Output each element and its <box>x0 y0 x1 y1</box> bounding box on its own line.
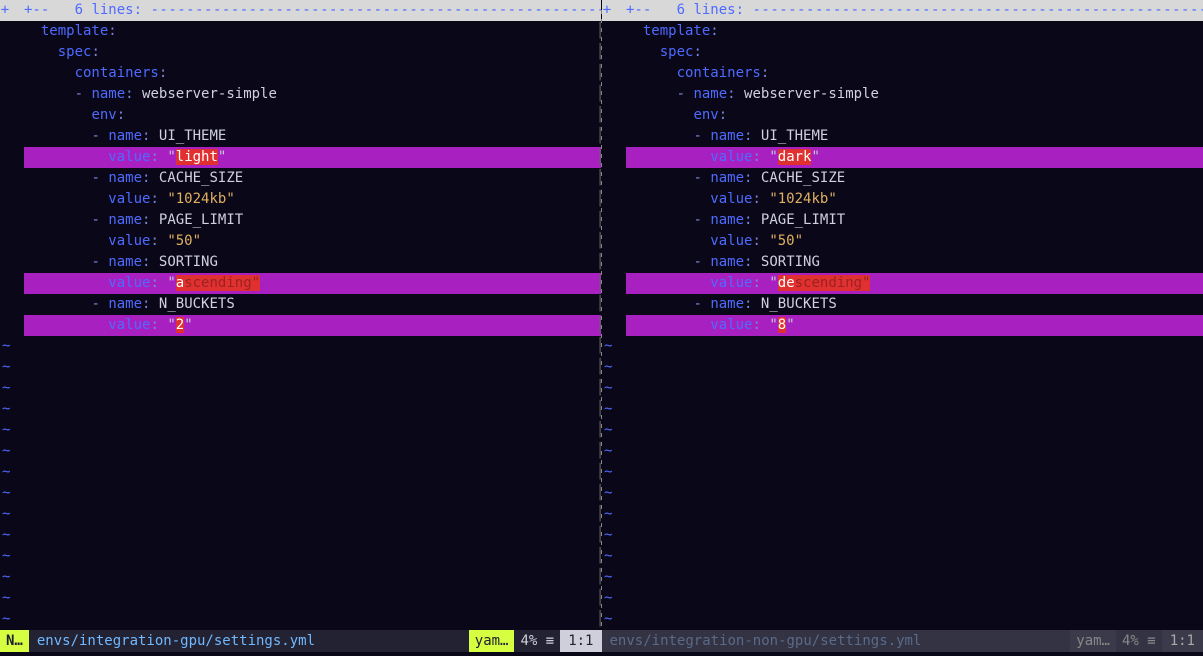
code-area-left[interactable]: template: spec: containers: - name: webs… <box>24 21 601 336</box>
yaml-key: containers <box>75 65 159 81</box>
fold-dashes: ----------------------------------------… <box>752 0 1203 21</box>
container-name: webserver-simple <box>142 86 277 102</box>
env-name: SORTING <box>159 254 218 270</box>
statusbar-right: envs/integration-non-gpu/settings.yml ya… <box>602 630 1203 652</box>
diff-char: 8 <box>778 317 786 333</box>
env-name: N_BUCKETS <box>159 296 235 312</box>
diff-line: value: "8" <box>626 315 1203 336</box>
end-of-buffer: ~~~~~~~~~~~~~~ <box>0 336 10 630</box>
env-name: PAGE_LIMIT <box>159 212 243 228</box>
diff-line: value: "dark" <box>626 147 1203 168</box>
statusbar-left: N… envs/integration-gpu/settings.yml yam… <box>0 630 602 652</box>
diff-view: + +-- 6 lines: -------------------------… <box>0 0 1203 630</box>
env-name: N_BUCKETS <box>761 296 837 312</box>
fold-header-left[interactable]: + +-- 6 lines: -------------------------… <box>0 0 601 21</box>
env-name: UI_THEME <box>761 128 828 144</box>
diff-line: value: "light" <box>24 147 601 168</box>
yaml-key: template <box>41 23 108 39</box>
file-path: envs/integration-non-gpu/settings.yml <box>602 631 930 652</box>
right-pane[interactable]: + +-- 6 lines: -------------------------… <box>602 0 1203 630</box>
fold-marker: +-- <box>626 0 651 21</box>
env-value: "1024kb" <box>167 191 234 207</box>
filetype: yam… <box>469 630 515 652</box>
yaml-key: name <box>91 86 125 102</box>
diff-line: value: "2" <box>24 315 601 336</box>
command-line[interactable] <box>0 652 1203 656</box>
filetype: yam… <box>1070 630 1116 652</box>
cursor-position: 1:1 <box>560 630 601 652</box>
split-border: │││││││││││││││││││││││││││││ <box>596 0 601 630</box>
fold-count: 6 lines: <box>75 0 142 21</box>
file-path: envs/integration-gpu/settings.yml <box>29 631 323 652</box>
env-name: CACHE_SIZE <box>159 170 243 186</box>
statusbar: N… envs/integration-gpu/settings.yml yam… <box>0 630 1203 652</box>
env-value: "1024kb" <box>769 191 836 207</box>
yaml-key: spec <box>58 44 92 60</box>
diff-char: a <box>176 275 184 291</box>
end-of-buffer: ~~~~~~~~~~~~~~ <box>602 336 612 630</box>
code-area-right[interactable]: template: spec: containers: - name: webs… <box>626 21 1203 336</box>
scroll-percent: 4% ≡ <box>514 631 560 652</box>
env-name: SORTING <box>761 254 820 270</box>
yaml-key: env <box>91 107 116 123</box>
diff-char: 2 <box>176 317 184 333</box>
diff-char: light <box>176 149 218 165</box>
env-value: "50" <box>769 233 803 249</box>
env-name: UI_THEME <box>159 128 226 144</box>
diff-line: value: "descending" <box>626 273 1203 294</box>
fold-gutter-icon: + <box>602 0 612 21</box>
diff-char: dark <box>778 149 812 165</box>
cursor-position: 1:1 <box>1162 630 1203 652</box>
env-name: CACHE_SIZE <box>761 170 845 186</box>
fold-marker: +-- <box>24 0 49 21</box>
mode-indicator: N… <box>0 630 29 652</box>
diff-char: de <box>778 275 795 291</box>
fold-header-right[interactable]: + +-- 6 lines: -------------------------… <box>602 0 1203 21</box>
diff-line: value: "ascending" <box>24 273 601 294</box>
fold-gutter-icon: + <box>0 0 10 21</box>
container-name: webserver-simple <box>744 86 879 102</box>
fold-dashes: ----------------------------------------… <box>150 0 601 21</box>
left-pane[interactable]: + +-- 6 lines: -------------------------… <box>0 0 601 630</box>
env-name: PAGE_LIMIT <box>761 212 845 228</box>
scroll-percent: 4% ≡ <box>1116 631 1162 652</box>
env-value: "50" <box>167 233 201 249</box>
fold-count: 6 lines: <box>677 0 744 21</box>
